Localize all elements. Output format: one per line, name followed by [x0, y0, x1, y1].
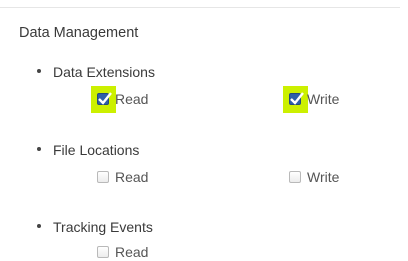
tracking-events-read-option[interactable]: Read	[97, 244, 148, 260]
top-divider	[0, 7, 400, 8]
file-locations-read-checkbox[interactable]	[97, 171, 109, 183]
data-extensions-write-option[interactable]: Write	[289, 91, 339, 107]
file-locations-write-label: Write	[307, 169, 340, 185]
tracking-events-read-checkbox[interactable]	[97, 246, 109, 258]
checkmark-icon	[290, 92, 304, 105]
item-label-tracking-events: Tracking Events	[53, 219, 153, 235]
item-label-file-locations: File Locations	[53, 142, 140, 158]
list-item-file-locations: File Locations	[37, 142, 139, 158]
tracking-events-read-label: Read	[115, 244, 149, 260]
bullet-dot-icon	[37, 224, 41, 229]
checkmark-icon	[98, 92, 112, 105]
list-item-data-extensions: Data Extensions	[37, 64, 155, 80]
list-item-tracking-events: Tracking Events	[37, 219, 153, 235]
data-extensions-read-checkbox[interactable]	[97, 92, 112, 105]
item-label-data-extensions: Data Extensions	[53, 64, 155, 80]
bullet-dot-icon	[37, 147, 41, 152]
section-title: Data Management	[19, 25, 139, 41]
data-extensions-write-label: Write	[307, 91, 340, 107]
data-extensions-read-option[interactable]: Read	[97, 91, 148, 107]
data-extensions-read-label: Read	[115, 91, 149, 107]
bullet-dot-icon	[37, 69, 41, 74]
file-locations-write-option[interactable]: Write	[289, 169, 339, 185]
file-locations-write-checkbox[interactable]	[289, 171, 301, 183]
data-extensions-write-checkbox[interactable]	[289, 92, 304, 105]
file-locations-read-option[interactable]: Read	[97, 169, 148, 185]
file-locations-read-label: Read	[115, 169, 149, 185]
